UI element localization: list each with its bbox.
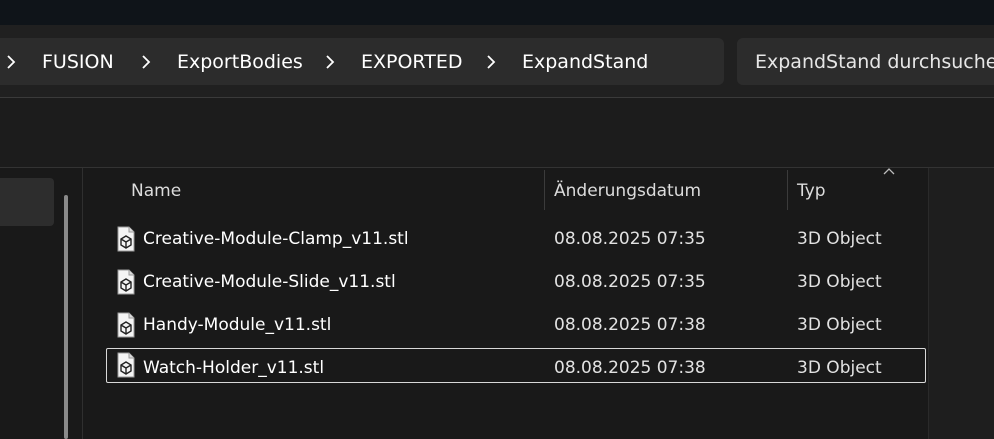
file-date: 08.08.2025 07:38 [554, 315, 706, 335]
column-divider[interactable] [787, 170, 788, 210]
title-bar [0, 0, 994, 25]
column-header-date[interactable]: Änderungsdatum [554, 180, 701, 202]
sort-ascending-icon [883, 168, 895, 175]
file-date: 08.08.2025 07:38 [554, 358, 706, 378]
file-row[interactable]: Creative-Module-Slide_v11.stl 08.08.2025… [106, 265, 926, 300]
file-name[interactable]: Creative-Module-Slide_v11.stl [143, 271, 396, 293]
file-row[interactable]: Handy-Module_v11.stl 08.08.2025 07:38 3D… [106, 308, 926, 343]
navigation-pane-selected-item[interactable] [0, 178, 54, 226]
breadcrumb-item-expandstand[interactable]: ExpandStand [522, 50, 648, 74]
stl-file-icon [117, 226, 135, 252]
chevron-right-icon[interactable] [323, 50, 337, 74]
column-divider[interactable] [544, 170, 545, 210]
file-name[interactable]: Creative-Module-Clamp_v11.stl [143, 228, 409, 250]
navigation-pane-scrollbar[interactable] [64, 195, 68, 439]
file-name[interactable]: Watch-Holder_v11.stl [143, 357, 324, 379]
stl-file-icon [117, 352, 135, 378]
file-type: 3D Object [797, 272, 882, 292]
file-type: 3D Object [797, 358, 882, 378]
column-header-type[interactable]: Typ [797, 180, 826, 202]
details-pane [928, 168, 994, 439]
breadcrumb-item-exportbodies[interactable]: ExportBodies [177, 50, 303, 74]
file-type: 3D Object [797, 315, 882, 335]
command-bar [0, 98, 994, 168]
breadcrumb-item-exported[interactable]: EXPORTED [361, 50, 463, 74]
breadcrumb-item-fusion[interactable]: FUSION [42, 50, 114, 74]
file-date: 08.08.2025 07:35 [554, 272, 706, 292]
chevron-right-icon[interactable] [4, 50, 18, 74]
file-list [83, 168, 928, 439]
search-input-placeholder[interactable]: ExpandStand durchsuchen [755, 50, 994, 74]
stl-file-icon [117, 269, 135, 295]
file-type: 3D Object [797, 229, 882, 249]
chevron-right-icon[interactable] [139, 50, 153, 74]
file-name[interactable]: Handy-Module_v11.stl [143, 314, 331, 336]
column-header-name[interactable]: Name [131, 180, 181, 202]
chevron-right-icon[interactable] [484, 50, 498, 74]
stl-file-icon [117, 312, 135, 338]
file-date: 08.08.2025 07:35 [554, 229, 706, 249]
file-row[interactable]: Creative-Module-Clamp_v11.stl 08.08.2025… [106, 222, 926, 257]
file-row-selected[interactable]: Watch-Holder_v11.stl 08.08.2025 07:38 3D… [106, 348, 926, 383]
